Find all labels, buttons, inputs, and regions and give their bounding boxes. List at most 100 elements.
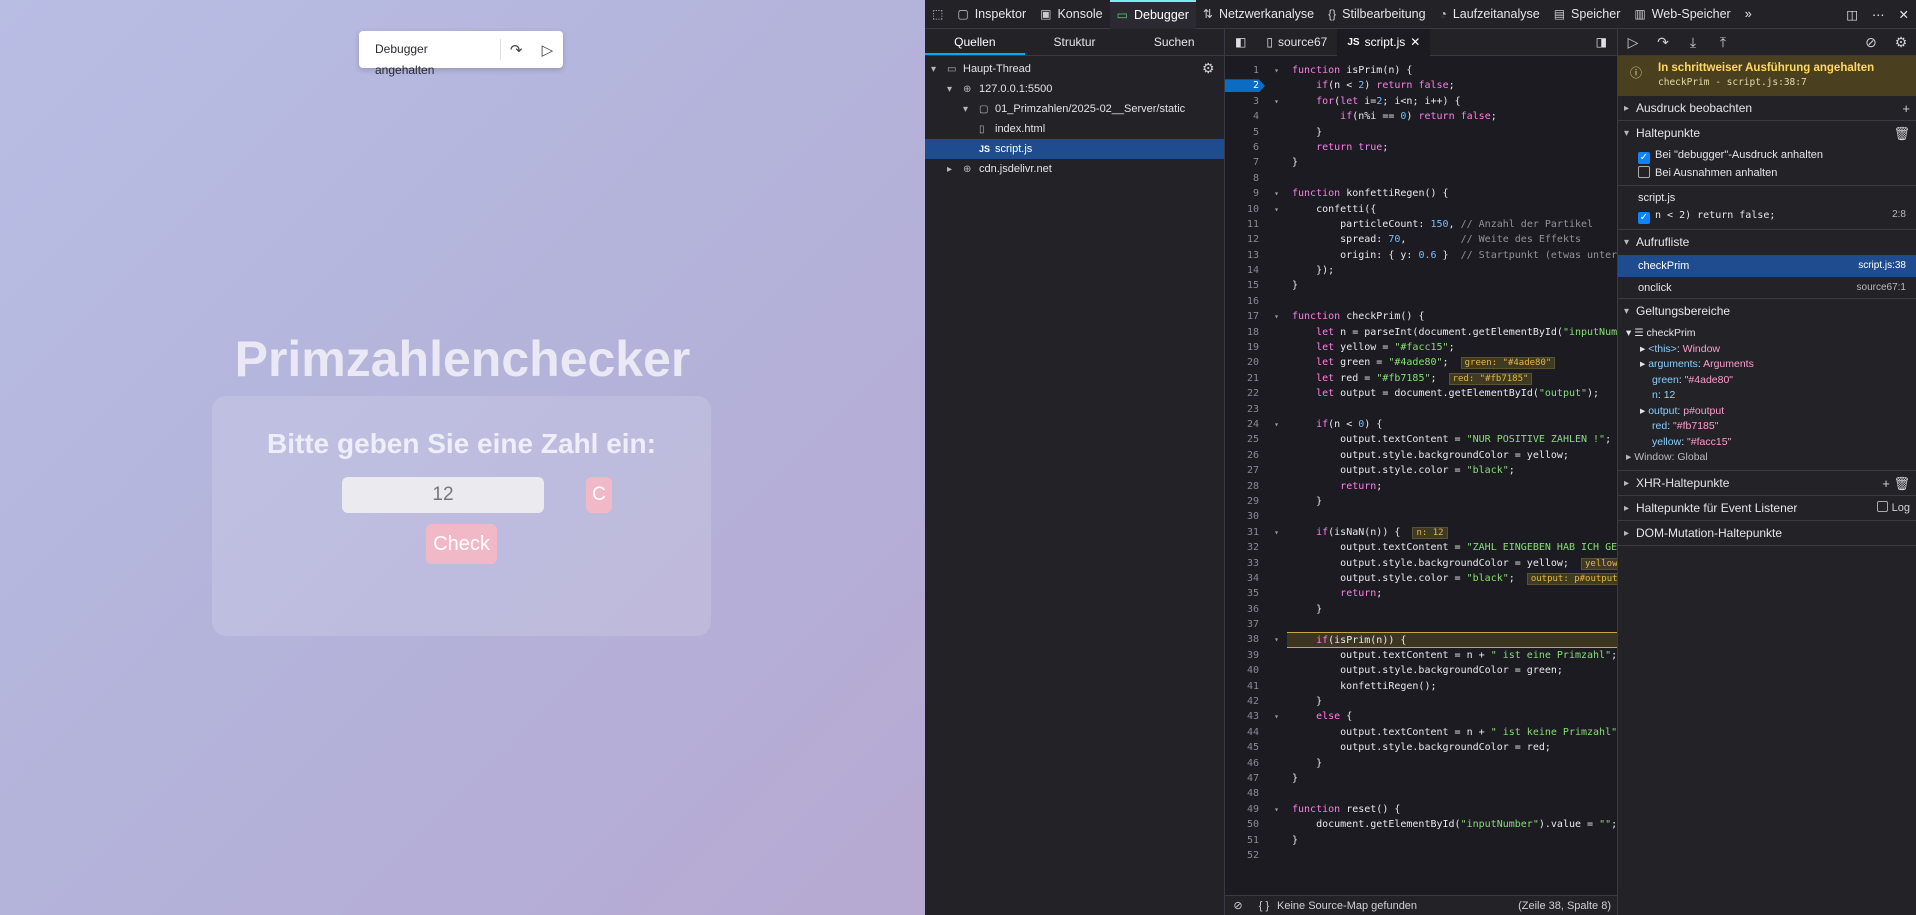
line-number[interactable]: 28 xyxy=(1225,479,1287,494)
section-xhr[interactable]: XHR-Haltepunkte + 🗑 xyxy=(1618,471,1916,496)
line-number[interactable]: 8 xyxy=(1225,171,1287,186)
checkbox-icon[interactable] xyxy=(1876,500,1888,512)
tab-suchen[interactable]: Suchen xyxy=(1124,29,1224,55)
inline-preview[interactable]: green: "#4ade80" xyxy=(1460,357,1556,370)
line-number[interactable]: 17 ▾ xyxy=(1225,309,1287,324)
tree-item-script-js[interactable]: JS script.js xyxy=(925,139,1224,159)
tab-laufzeitanalyse[interactable]: ◔ Laufzeitanalyse xyxy=(1433,0,1547,29)
line-number[interactable]: 27 xyxy=(1225,463,1287,478)
breakpoint-marker[interactable]: 2 xyxy=(1225,78,1287,93)
clear-button[interactable]: C xyxy=(586,477,612,513)
line-number[interactable]: 9 ▾ xyxy=(1225,186,1287,201)
line-number[interactable]: 18 xyxy=(1225,325,1287,340)
tree-item-host[interactable]: ▾ ⊕ 127.0.0.1:5500 xyxy=(925,79,1224,99)
close-tab-icon[interactable]: ✕ xyxy=(1410,35,1420,49)
line-number[interactable]: 52 xyxy=(1225,848,1287,863)
line-number[interactable]: 11 xyxy=(1225,217,1287,232)
scope-variable[interactable]: ▸ arguments: Arguments xyxy=(1618,357,1916,373)
line-number[interactable]: 37 xyxy=(1225,617,1287,632)
line-number[interactable]: 25 xyxy=(1225,432,1287,447)
line-number[interactable]: 21 xyxy=(1225,371,1287,386)
line-number[interactable]: 44 xyxy=(1225,725,1287,740)
line-number[interactable]: 15 xyxy=(1225,278,1287,293)
line-number[interactable]: 31 ▾ xyxy=(1225,525,1287,540)
line-number[interactable]: 3 ▾ xyxy=(1225,94,1287,109)
scope-variable[interactable]: red: "#fb7185" xyxy=(1618,419,1916,435)
line-number[interactable]: 23 xyxy=(1225,402,1287,417)
tree-item-cdn[interactable]: ▸ ⊕ cdn.jsdelivr.net xyxy=(925,159,1224,179)
section-watch[interactable]: Ausdruck beobachten + xyxy=(1618,96,1916,121)
more-tabs-icon[interactable]: » xyxy=(1738,0,1759,29)
tab-struktur[interactable]: Struktur xyxy=(1025,29,1125,55)
pause-location[interactable]: checkPrim - script.js:38:7 xyxy=(1658,77,1906,88)
toggle-panel-icon[interactable]: ◨ xyxy=(1586,29,1617,56)
element-picker-icon[interactable]: ⬚ xyxy=(925,0,950,29)
check-button[interactable]: Check xyxy=(426,524,497,564)
tab-web-speicher[interactable]: ▥ Web-Speicher xyxy=(1627,0,1737,29)
line-number[interactable]: 19 xyxy=(1225,340,1287,355)
deactivate-breakpoints-icon[interactable]: ⊘ xyxy=(1856,34,1886,51)
tab-konsole[interactable]: ▣ Konsole xyxy=(1033,0,1110,29)
line-number[interactable]: 36 xyxy=(1225,602,1287,617)
tree-item-main-thread[interactable]: ▾ ▭ Haupt-Thread xyxy=(925,59,1224,79)
line-number[interactable]: 50 xyxy=(1225,817,1287,832)
line-number[interactable]: 42 xyxy=(1225,694,1287,709)
menu-icon[interactable]: ⋯ xyxy=(1865,0,1892,29)
resume-icon[interactable]: ▷ xyxy=(1618,34,1648,51)
settings-icon[interactable]: ⚙ xyxy=(1886,34,1916,51)
step-over-icon[interactable]: ↷ xyxy=(501,31,532,68)
close-icon[interactable]: ✕ xyxy=(1892,0,1916,29)
line-number[interactable]: 7 xyxy=(1225,155,1287,170)
checkbox-checked-icon[interactable]: ✓ xyxy=(1638,212,1650,224)
tab-quellen[interactable]: Quellen xyxy=(925,29,1025,55)
inline-preview[interactable]: red: "#fb7185" xyxy=(1448,372,1533,385)
line-number[interactable]: 39 xyxy=(1225,648,1287,663)
line-number[interactable]: 43 ▾ xyxy=(1225,709,1287,724)
breakpoint-item[interactable]: ✓ n < 2) return false; 2:8 xyxy=(1618,206,1916,230)
line-number[interactable]: 41 xyxy=(1225,679,1287,694)
step-out-icon[interactable]: ⤒ xyxy=(1708,34,1738,51)
line-number[interactable]: 33 xyxy=(1225,556,1287,571)
line-number[interactable]: 20 xyxy=(1225,355,1287,370)
line-number[interactable]: 35 xyxy=(1225,586,1287,601)
tree-item-folder[interactable]: ▾ ▢ 01_Primzahlen/2025-02__Server/static xyxy=(925,99,1224,119)
line-number[interactable]: 34 xyxy=(1225,571,1287,586)
line-number[interactable]: 38 ▾ xyxy=(1225,632,1287,647)
line-number[interactable]: 45 xyxy=(1225,740,1287,755)
line-number[interactable]: 49 ▾ xyxy=(1225,802,1287,817)
line-number[interactable]: 46 xyxy=(1225,756,1287,771)
checkbox-checked-icon[interactable]: ✓ xyxy=(1638,152,1650,164)
toggle-sidebar-icon[interactable]: ◧ xyxy=(1225,29,1256,56)
line-gutter[interactable]: 1 ▾ 2 3 ▾ 4 5 6 7 8 9 ▾ 10 ▾ 11 12 13 14 15 16 17 ▾ 18 19 20 21 22… xyxy=(1225,63,1287,901)
line-number[interactable]: 40 xyxy=(1225,663,1287,678)
tab-inspektor[interactable]: ▢ Inspektor xyxy=(950,0,1033,29)
line-number[interactable]: 29 xyxy=(1225,494,1287,509)
pretty-print-icon[interactable]: { } xyxy=(1251,900,1277,912)
scope-variable[interactable]: ▸ <this>: Window xyxy=(1618,342,1916,358)
scope-variable[interactable]: green: "#4ade80" xyxy=(1618,373,1916,389)
scope-global[interactable]: ▸ Window: Global xyxy=(1618,450,1916,466)
number-input[interactable]: 12 xyxy=(342,477,544,513)
line-number[interactable]: 12 xyxy=(1225,232,1287,247)
inline-preview[interactable]: output: p#output xyxy=(1526,572,1617,585)
tab-debugger[interactable]: ▭ Debugger xyxy=(1109,0,1196,29)
line-number[interactable]: 5 xyxy=(1225,125,1287,140)
trash-icon[interactable]: 🗑 xyxy=(1893,121,1910,146)
line-number[interactable]: 14 xyxy=(1225,263,1287,278)
dock-icon[interactable]: ◫ xyxy=(1839,0,1865,29)
line-number[interactable]: 22 xyxy=(1225,386,1287,401)
checkbox-icon[interactable] xyxy=(1638,166,1650,178)
inline-preview[interactable]: n: 12 xyxy=(1412,526,1448,539)
line-number[interactable]: 30 xyxy=(1225,509,1287,524)
section-scopes[interactable]: Geltungsbereiche xyxy=(1618,299,1916,324)
stack-frame[interactable]: onclick source67:1 xyxy=(1618,277,1916,299)
line-number[interactable]: 1 ▾ xyxy=(1225,63,1287,78)
checkbox-debugger-statement[interactable]: ✓ Bei "debugger"-Ausdruck anhalten xyxy=(1618,146,1916,164)
add-trash-icon[interactable]: + 🗑 xyxy=(1882,471,1910,496)
code-content[interactable]: function isPrim(n) { if(n < 2) return fa… xyxy=(1287,63,1617,901)
line-number[interactable]: 47 xyxy=(1225,771,1287,786)
step-in-icon[interactable]: ⤓ xyxy=(1678,34,1708,51)
line-number[interactable]: 13 xyxy=(1225,248,1287,263)
tab-script-js[interactable]: JS script.js ✕ xyxy=(1337,28,1431,56)
tab-source67[interactable]: ▯ source67 xyxy=(1256,29,1337,56)
